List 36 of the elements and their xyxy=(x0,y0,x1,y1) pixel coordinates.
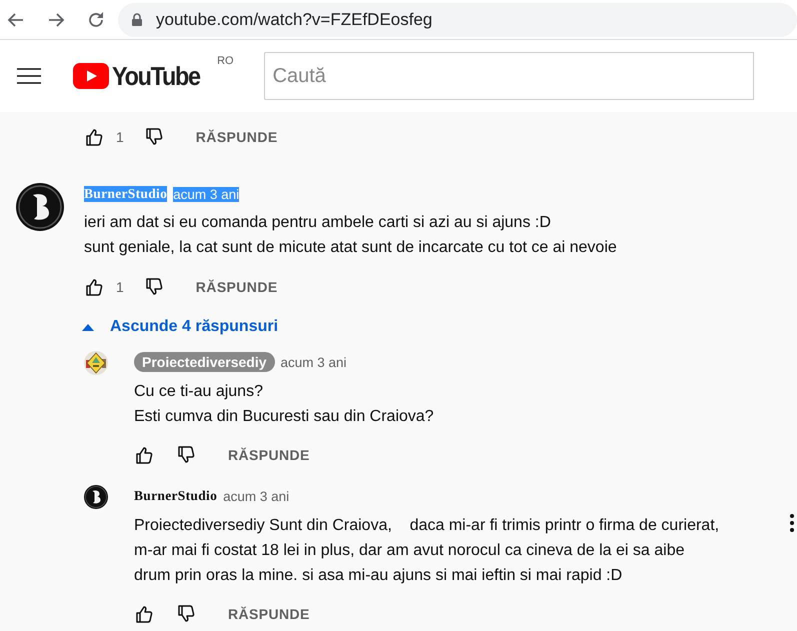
comment-text: Proiectediversediy Sunt din Craiova, daca mi-ar fi trimis printr o firma de curierat, m-ar mai fi costat 18 lei in plus, dar am avut norocul ca cineva de la ei sa aibe drum prin oras la mine. si asa mi-au ajuns si mai ieftin si mai rapid :D xyxy=(134,516,720,586)
dislike-button[interactable] xyxy=(176,604,196,624)
address-bar[interactable]: youtube.com/watch?v=FZEfDEosfeg xyxy=(118,2,797,36)
author-name[interactable]: BurnerStudio xyxy=(134,488,218,504)
reply-button[interactable]: RĂSPUNDE xyxy=(228,606,310,622)
reply-button[interactable]: RĂSPUNDE xyxy=(196,129,278,145)
lock-icon xyxy=(132,13,142,26)
more-actions-icon[interactable] xyxy=(789,513,795,533)
reply-button[interactable]: RĂSPUNDE xyxy=(196,279,278,295)
like-button[interactable] xyxy=(134,604,154,624)
like-count: 1 xyxy=(116,129,124,145)
reload-icon[interactable] xyxy=(86,10,106,30)
dislike-button[interactable] xyxy=(144,127,164,147)
comment-text: ieri am dat si eu comanda pentru ambele carti si azi au si ajuns :D sunt geniale, la cat sunt de micute atat sunt de incarcate cu tot ce ai nevoie xyxy=(84,213,618,258)
play-logo-icon[interactable] xyxy=(73,63,109,89)
comment-time[interactable]: acum 3 ani xyxy=(223,488,290,504)
like-count: 1 xyxy=(116,279,124,295)
like-button[interactable] xyxy=(84,277,104,297)
avatar[interactable] xyxy=(84,351,108,375)
menu-icon[interactable] xyxy=(17,66,41,86)
comment-time[interactable]: acum 3 ani xyxy=(173,186,240,202)
logo-text[interactable]: YouTube xyxy=(112,60,200,92)
avatar[interactable] xyxy=(16,183,64,231)
region-label: RO xyxy=(217,54,234,66)
avatar[interactable] xyxy=(84,485,108,509)
like-button[interactable] xyxy=(134,445,154,465)
reply-button[interactable]: RĂSPUNDE xyxy=(228,447,310,463)
dislike-button[interactable] xyxy=(176,445,196,465)
comment-text: Cu ce ti-au ajuns? Esti cumva din Bucuresti sau din Craiova? xyxy=(134,382,435,427)
comment-time[interactable]: acum 3 ani xyxy=(280,354,347,370)
like-button[interactable] xyxy=(84,127,104,147)
search-field[interactable]: Caută xyxy=(264,52,754,100)
author-name[interactable]: Proiectediversediy xyxy=(134,352,275,372)
hide-replies-button[interactable]: Ascunde 4 răspunsuri xyxy=(82,309,278,345)
dislike-button[interactable] xyxy=(144,277,164,297)
author-name[interactable]: BurnerStudio xyxy=(84,186,168,202)
